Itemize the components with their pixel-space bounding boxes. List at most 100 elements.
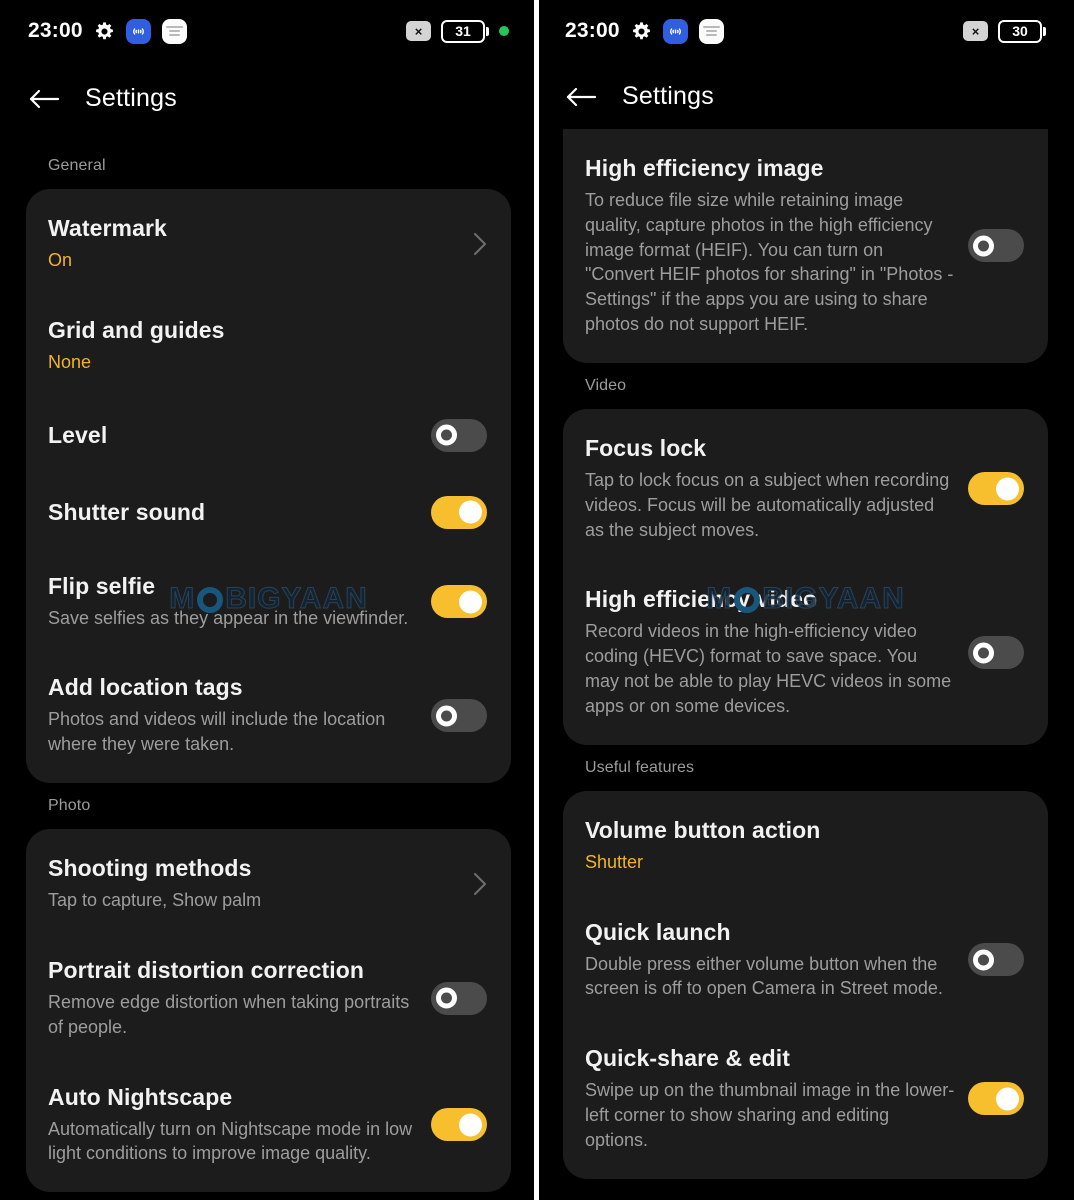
page-title: Settings xyxy=(622,82,714,110)
row-text-block: Volume button action Shutter xyxy=(585,817,1024,875)
status-bar-right: × 31 xyxy=(406,19,509,43)
section-label: Useful features xyxy=(585,758,695,776)
settings-row[interactable]: Shooting methods Tap to capture, Show pal… xyxy=(26,833,511,935)
row-subtitle: Tap to lock focus on a subject when reco… xyxy=(585,469,950,540)
row-text-block: High efficiency video Record videos in th… xyxy=(585,586,956,718)
row-text-block: Flip selfie Save selfies as they appear i… xyxy=(48,573,419,631)
settings-row[interactable]: Volume button action Shutter xyxy=(563,795,1048,897)
toggle-switch[interactable] xyxy=(431,981,487,1015)
settings-card: Shooting methods Tap to capture, Show pal… xyxy=(26,829,511,1193)
close-badge-icon: × xyxy=(406,21,431,41)
left-phone-screen: 23:00 × 31 Settings General Watermark On… xyxy=(0,0,537,1200)
row-text-block: Quick-share & edit Swipe up on the thumbn… xyxy=(585,1045,956,1152)
row-subtitle: Double press either volume button when t… xyxy=(585,953,943,999)
app-bar: Settings xyxy=(0,62,537,143)
settings-row[interactable]: Watermark On xyxy=(26,193,511,295)
battery-level-label: 30 xyxy=(998,19,1042,43)
row-title: Add location tags xyxy=(48,674,243,701)
settings-row[interactable]: Flip selfie Save selfies as they appear i… xyxy=(26,551,511,653)
toggle-switch[interactable] xyxy=(968,229,1024,263)
notification-card-icon xyxy=(161,18,187,44)
row-value: On xyxy=(48,250,73,270)
toggle-knob xyxy=(973,642,994,664)
row-text-block: Focus lock Tap to lock focus on a subject… xyxy=(585,435,956,542)
toggle-knob xyxy=(459,500,482,524)
panel-divider xyxy=(534,0,539,1200)
row-title: Flip selfie xyxy=(48,572,156,599)
battery-level-label: 31 xyxy=(441,19,485,43)
toggle-switch[interactable] xyxy=(431,585,487,619)
toggle-knob xyxy=(459,590,482,614)
toggle-knob xyxy=(996,477,1019,501)
back-arrow-icon[interactable] xyxy=(28,87,60,111)
status-bar-left: 23:00 xyxy=(565,18,724,44)
row-title: High efficiency video xyxy=(585,586,818,613)
row-subtitle: To reduce file size while retaining imag… xyxy=(585,190,954,335)
status-bar-clock: 23:00 xyxy=(28,19,83,42)
notification-card-icon xyxy=(698,18,724,44)
settings-row[interactable]: Quick launch Double press either volume b… xyxy=(563,897,1048,1024)
dual-screenshot-container: 23:00 × 31 Settings General Watermark On… xyxy=(0,0,1074,1200)
settings-row[interactable]: Add location tags Photos and videos will … xyxy=(26,652,511,779)
toggle-switch[interactable] xyxy=(431,418,487,452)
row-title: Shutter sound xyxy=(48,498,206,525)
row-text-block: Shooting methods Tap to capture, Show pal… xyxy=(48,855,461,913)
row-text-block: Add location tags Photos and videos will … xyxy=(48,674,419,757)
right-phone-screen: 23:00 × 30 Settings High efficiency imag… xyxy=(537,0,1074,1200)
status-bar: 23:00 × 30 xyxy=(537,0,1074,62)
settings-row[interactable]: Grid and guides None xyxy=(26,295,511,397)
row-subtitle: Save selfies as they appear in the viewf… xyxy=(48,607,409,628)
toggle-switch[interactable] xyxy=(431,1108,487,1142)
toggle-switch[interactable] xyxy=(968,943,1024,977)
row-title: Level xyxy=(48,421,108,448)
row-title: Quick launch xyxy=(585,918,731,945)
status-bar-right: × 30 xyxy=(963,19,1046,43)
row-text-block: Level xyxy=(48,422,419,449)
toggle-switch[interactable] xyxy=(968,472,1024,506)
settings-list: General Watermark On Grid and guides None Lev… xyxy=(0,143,537,1193)
settings-row[interactable]: Auto Nightscape Automatically turn on Nig… xyxy=(26,1062,511,1189)
settings-card: High efficiency image To reduce file size… xyxy=(563,129,1048,363)
toggle-switch[interactable] xyxy=(968,636,1024,670)
battery-indicator: 30 xyxy=(998,19,1046,43)
settings-row[interactable]: Quick-share & edit Swipe up on the thumbn… xyxy=(563,1023,1048,1174)
settings-card: Volume button action Shutter Quick launch D… xyxy=(563,790,1048,1179)
privacy-indicator-dot xyxy=(499,26,509,36)
settings-row[interactable]: Focus lock Tap to lock focus on a subject… xyxy=(563,413,1048,564)
settings-list: High efficiency image To reduce file size… xyxy=(537,129,1074,1179)
toggle-knob xyxy=(996,1087,1019,1111)
row-title: Portrait distortion correction xyxy=(48,956,365,983)
row-text-block: Quick launch Double press either volume b… xyxy=(585,919,956,1002)
row-title: Volume button action xyxy=(585,816,821,843)
chevron-right-icon[interactable] xyxy=(473,232,487,256)
row-subtitle: Tap to capture, Show palm xyxy=(48,890,262,911)
section-label: Video xyxy=(585,376,627,394)
chevron-right-icon[interactable] xyxy=(473,872,487,896)
toggle-switch[interactable] xyxy=(431,495,487,529)
row-title: Quick-share & edit xyxy=(585,1045,791,1072)
settings-row[interactable]: High efficiency video Record videos in th… xyxy=(563,564,1048,740)
page-title: Settings xyxy=(85,84,177,112)
toggle-knob xyxy=(436,987,457,1009)
gear-icon xyxy=(95,21,113,39)
status-bar-left: 23:00 xyxy=(28,18,187,44)
status-bar-clock: 23:00 xyxy=(565,19,620,42)
battery-cap xyxy=(1043,26,1046,36)
toggle-switch[interactable] xyxy=(431,699,487,733)
app-bar: Settings xyxy=(537,62,1074,137)
section-label: General xyxy=(48,157,106,174)
toggle-switch[interactable] xyxy=(968,1082,1024,1116)
row-text-block: Watermark On xyxy=(48,215,461,273)
settings-row[interactable]: Level xyxy=(26,397,511,474)
row-subtitle: Photos and videos will include the locat… xyxy=(48,709,386,755)
settings-row[interactable]: Shutter sound xyxy=(26,474,511,551)
section-label: Photo xyxy=(48,797,91,815)
row-title: Auto Nightscape xyxy=(48,1083,233,1110)
back-arrow-icon[interactable] xyxy=(565,85,597,109)
broadcast-icon xyxy=(125,18,151,44)
row-title: Shooting methods xyxy=(48,855,252,882)
settings-row[interactable]: Portrait distortion correction Remove edg… xyxy=(26,935,511,1062)
close-badge-icon: × xyxy=(963,21,988,41)
row-title: Focus lock xyxy=(585,434,707,461)
settings-row[interactable]: High efficiency image To reduce file size… xyxy=(563,133,1048,359)
